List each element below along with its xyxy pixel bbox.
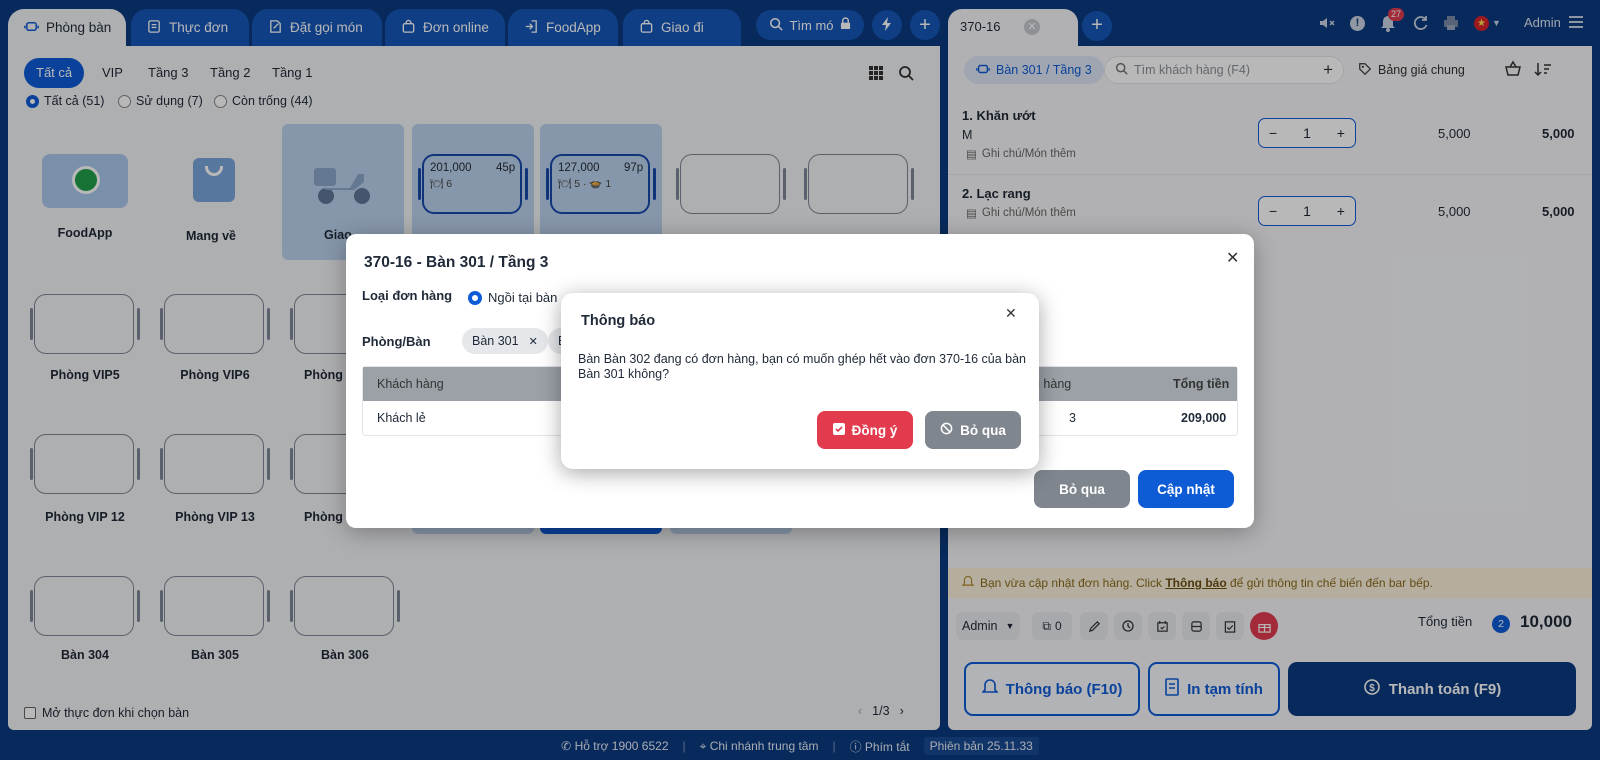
- close-icon[interactable]: ✕: [1226, 248, 1239, 268]
- confirm-button[interactable]: Đồng ý: [817, 411, 913, 449]
- cancel-button[interactable]: Bỏ qua: [1034, 470, 1130, 508]
- skip-button[interactable]: Bỏ qua: [925, 411, 1021, 449]
- confirm-label: Đồng ý: [851, 422, 898, 438]
- modal-title: 370-16 - Bàn 301 / Tầng 3: [364, 254, 549, 271]
- room-label: Phòng/Bàn: [362, 334, 431, 349]
- order-type-dine-in[interactable]: Ngồi tại bàn: [468, 290, 557, 305]
- order-type-label: Loại đơn hàng: [362, 288, 453, 303]
- update-button[interactable]: Cập nhật: [1138, 470, 1234, 508]
- remove-chip-icon[interactable]: ✕: [529, 335, 538, 348]
- items-cell: 3: [1069, 411, 1076, 425]
- room-chip[interactable]: Bàn 301 ✕: [462, 328, 548, 354]
- skip-label: Bỏ qua: [960, 422, 1006, 438]
- total-cell: 209,000: [1181, 411, 1227, 425]
- order-type-option: Ngồi tại bàn: [488, 290, 558, 305]
- column-header: Tổng tiền: [1173, 377, 1230, 391]
- customer-cell: Khách lẻ: [377, 411, 426, 425]
- check-square-icon: [832, 422, 845, 438]
- ban-icon: [940, 422, 953, 438]
- column-header: Khách hàng: [377, 377, 444, 391]
- radio-dot: [468, 290, 482, 305]
- close-icon[interactable]: ✕: [1005, 305, 1017, 322]
- dialog-title: Thông báo: [581, 313, 656, 329]
- room-chip-label: Bàn 301: [472, 334, 519, 348]
- merge-confirm-dialog: Thông báo ✕ Bàn Bàn 302 đang có đơn hàng…: [561, 293, 1039, 469]
- dialog-message: Bàn Bàn 302 đang có đơn hàng, bạn có muố…: [578, 352, 1026, 381]
